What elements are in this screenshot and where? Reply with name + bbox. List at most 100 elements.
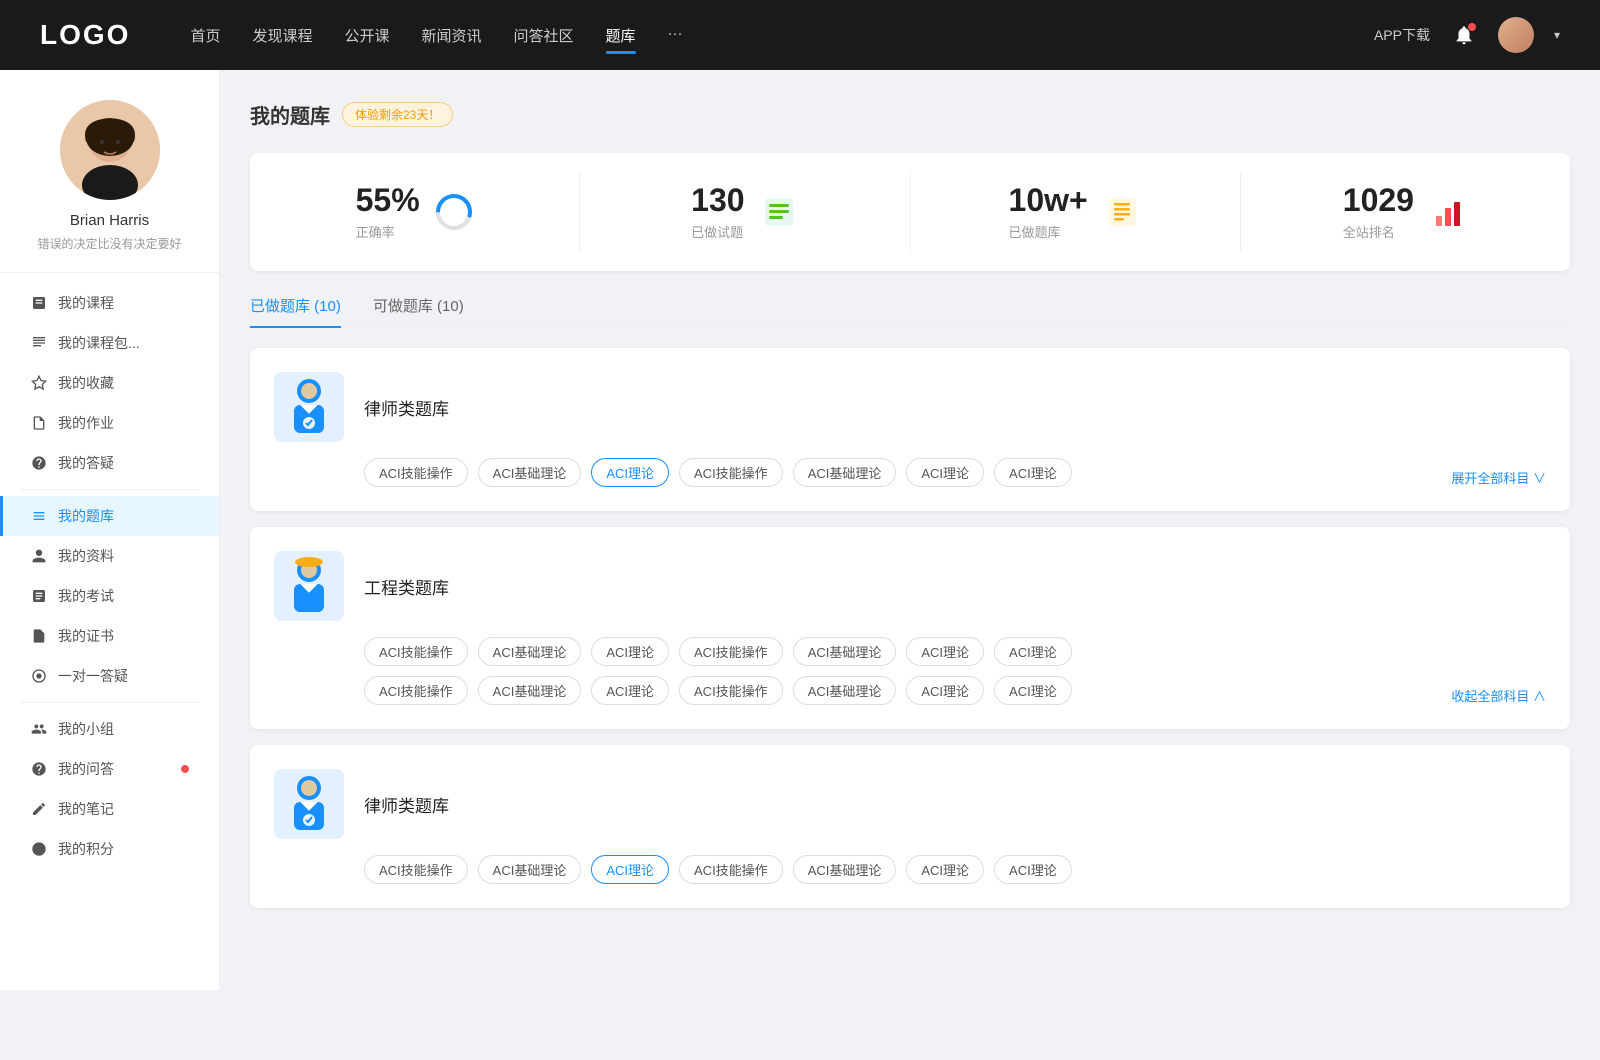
sidebar-item-my-profile[interactable]: 我的资料 <box>0 536 219 576</box>
stat-questions-done-value: 130 <box>691 183 744 218</box>
banks-done-icon <box>1102 192 1142 232</box>
lawyer-figure-icon-2 <box>284 774 334 834</box>
tag-1-2[interactable]: ACI基础理论 <box>478 458 582 487</box>
tag-3-3[interactable]: ACI理论 <box>591 855 669 884</box>
user-menu-chevron[interactable]: ▾ <box>1554 28 1560 42</box>
sidebar-label-my-favorites: 我的收藏 <box>58 373 189 393</box>
sidebar-item-my-certs[interactable]: 我的证书 <box>0 616 219 656</box>
app-download-btn[interactable]: APP下载 <box>1374 25 1430 45</box>
site-rank-icon <box>1428 192 1468 232</box>
tag-2b-6[interactable]: ACI理论 <box>906 676 984 705</box>
my-notes-icon <box>30 800 48 818</box>
qbank-card-lawyer-2: 律师类题库 ACI技能操作 ACI基础理论 ACI理论 ACI技能操作 ACI基… <box>250 745 1570 908</box>
tag-2-5[interactable]: ACI基础理论 <box>793 637 897 666</box>
my-certs-icon <box>30 627 48 645</box>
pie-chart-icon <box>435 193 473 231</box>
my-points-icon <box>30 840 48 858</box>
tag-2-2[interactable]: ACI基础理论 <box>478 637 582 666</box>
nav-discover[interactable]: 发现课程 <box>252 21 312 50</box>
one-on-one-icon <box>30 667 48 685</box>
nav-qbank[interactable]: 题库 <box>606 21 636 50</box>
qa-notification-dot <box>181 765 189 773</box>
my-group-icon <box>30 720 48 738</box>
profile-motto: 错误的决定比没有决定要好 <box>37 235 181 252</box>
nav-news[interactable]: 新闻资讯 <box>422 21 482 50</box>
tag-2b-2[interactable]: ACI基础理论 <box>478 676 582 705</box>
sidebar-item-my-notes[interactable]: 我的笔记 <box>0 789 219 829</box>
tag-1-3[interactable]: ACI理论 <box>591 458 669 487</box>
sidebar-label-my-courses: 我的课程 <box>58 293 189 313</box>
tag-2b-3[interactable]: ACI理论 <box>591 676 669 705</box>
nav-qa[interactable]: 问答社区 <box>514 21 574 50</box>
tag-2-6[interactable]: ACI理论 <box>906 637 984 666</box>
tag-1-1[interactable]: ACI技能操作 <box>364 458 468 487</box>
tag-3-2[interactable]: ACI基础理论 <box>478 855 582 884</box>
sidebar-item-my-exams[interactable]: 我的考试 <box>0 576 219 616</box>
bar-chart-icon <box>1430 194 1466 230</box>
nav-more[interactable]: ··· <box>668 21 683 50</box>
my-courses-icon <box>30 294 48 312</box>
tag-2-1[interactable]: ACI技能操作 <box>364 637 468 666</box>
user-avatar[interactable] <box>1498 17 1534 53</box>
tag-2-4[interactable]: ACI技能操作 <box>679 637 783 666</box>
main-content: 我的题库 体验剩余23天！ 55% 正确率 <box>220 70 1600 990</box>
sidebar-label-my-exams: 我的考试 <box>58 586 189 606</box>
sidebar-item-my-packages[interactable]: 我的课程包... <box>0 323 219 363</box>
qbank-title-1: 律师类题库 <box>364 395 449 420</box>
sidebar-item-my-courses[interactable]: 我的课程 <box>0 283 219 323</box>
stat-accuracy: 55% 正确率 <box>250 173 580 251</box>
sidebar-item-my-qa[interactable]: 我的问答 <box>0 749 219 789</box>
tag-2b-5[interactable]: ACI基础理论 <box>793 676 897 705</box>
nav-open-course[interactable]: 公开课 <box>344 21 389 50</box>
sidebar-item-my-homework[interactable]: 我的作业 <box>0 403 219 443</box>
qbank-tags-row-2b: ACI技能操作 ACI基础理论 ACI理论 ACI技能操作 ACI基础理论 AC… <box>364 676 1546 705</box>
tag-3-4[interactable]: ACI技能操作 <box>679 855 783 884</box>
sidebar-label-my-profile: 我的资料 <box>58 546 189 566</box>
sidebar-label-my-questions: 我的答疑 <box>58 453 189 473</box>
sidebar-item-my-group[interactable]: 我的小组 <box>0 709 219 749</box>
expand-link-1[interactable]: 展开全部科目 ∨ <box>1451 468 1546 487</box>
profile-avatar <box>60 100 160 200</box>
sidebar-item-my-qbank[interactable]: 我的题库 <box>0 496 219 536</box>
tag-2b-1[interactable]: ACI技能操作 <box>364 676 468 705</box>
stat-site-rank-value: 1029 <box>1343 183 1414 218</box>
sidebar-item-my-points[interactable]: 我的积分 <box>0 829 219 869</box>
tag-1-4[interactable]: ACI技能操作 <box>679 458 783 487</box>
my-exams-icon <box>30 587 48 605</box>
sidebar-label-my-homework: 我的作业 <box>58 413 189 433</box>
tag-2b-7[interactable]: ACI理论 <box>994 676 1072 705</box>
stat-questions-done-label: 已做试题 <box>691 222 744 241</box>
tag-3-1[interactable]: ACI技能操作 <box>364 855 468 884</box>
profile-avatar-image <box>60 100 160 200</box>
collapse-link-2[interactable]: 收起全部科目 ∧ <box>1451 686 1546 705</box>
notification-bell[interactable] <box>1450 21 1478 49</box>
notification-dot <box>1468 23 1476 31</box>
tab-available-banks[interactable]: 可做题库 (10) <box>373 295 464 326</box>
tag-1-5[interactable]: ACI基础理论 <box>793 458 897 487</box>
sidebar-item-my-favorites[interactable]: 我的收藏 <box>0 363 219 403</box>
stat-accuracy-label: 正确率 <box>356 222 420 241</box>
page-header: 我的题库 体验剩余23天！ <box>250 100 1570 129</box>
tag-2-7[interactable]: ACI理论 <box>994 637 1072 666</box>
qbank-tags-row-1: ACI技能操作 ACI基础理论 ACI理论 ACI技能操作 ACI基础理论 AC… <box>364 458 1546 487</box>
tag-2b-4[interactable]: ACI技能操作 <box>679 676 783 705</box>
qbank-lawyer-icon-1 <box>274 372 344 442</box>
my-questions-icon <box>30 454 48 472</box>
sidebar-item-my-questions[interactable]: 我的答疑 <box>0 443 219 483</box>
sidebar-label-my-qa: 我的问答 <box>58 759 169 779</box>
tag-2-3[interactable]: ACI理论 <box>591 637 669 666</box>
tag-3-5[interactable]: ACI基础理论 <box>793 855 897 884</box>
sidebar-label-my-notes: 我的笔记 <box>58 799 189 819</box>
tag-3-6[interactable]: ACI理论 <box>906 855 984 884</box>
navbar: LOGO 首页 发现课程 公开课 新闻资讯 问答社区 题库 ··· APP下载 … <box>0 0 1600 70</box>
tag-3-7[interactable]: ACI理论 <box>994 855 1072 884</box>
tag-1-6[interactable]: ACI理论 <box>906 458 984 487</box>
list-check-icon <box>761 194 797 230</box>
sidebar-label-my-group: 我的小组 <box>58 719 189 739</box>
tab-done-banks[interactable]: 已做题库 (10) <box>250 295 341 326</box>
nav-home[interactable]: 首页 <box>190 21 220 50</box>
qbank-card-engineering: 工程类题库 ACI技能操作 ACI基础理论 ACI理论 ACI技能操作 ACI基… <box>250 527 1570 729</box>
qbank-lawyer-icon-2 <box>274 769 344 839</box>
tag-1-7[interactable]: ACI理论 <box>994 458 1072 487</box>
sidebar-item-one-on-one[interactable]: 一对一答疑 <box>0 656 219 696</box>
